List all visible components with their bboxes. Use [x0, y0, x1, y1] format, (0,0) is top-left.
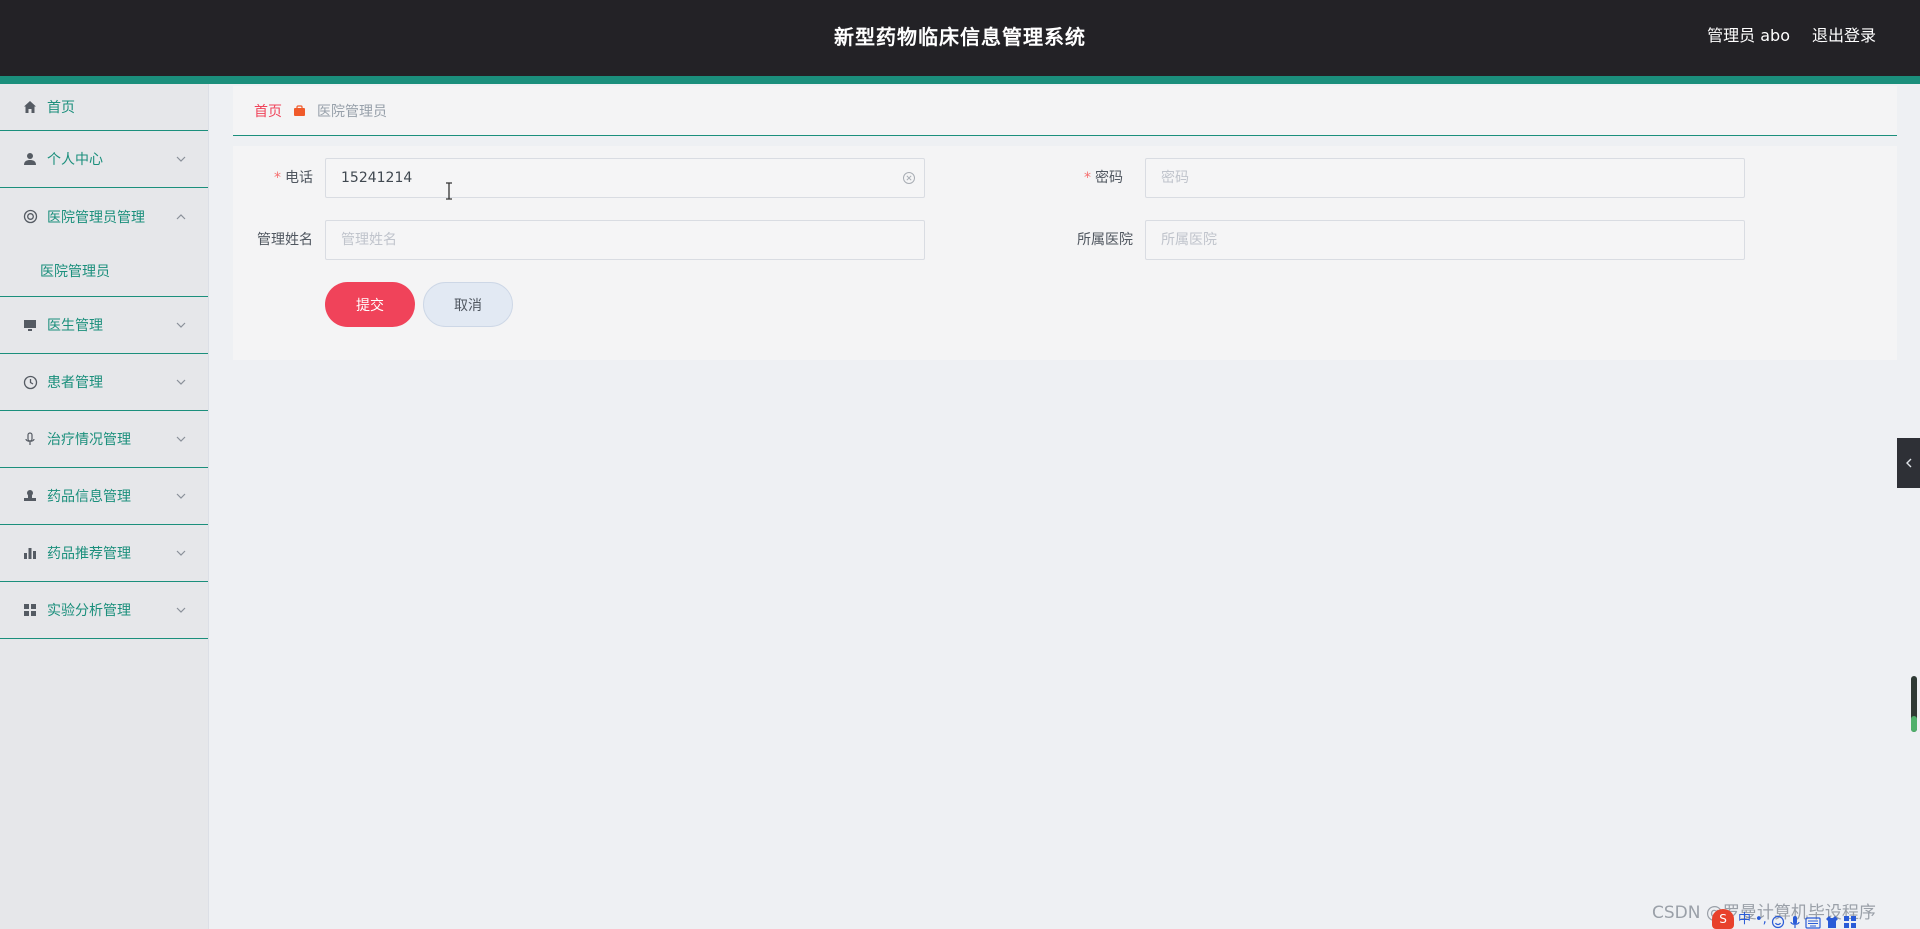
- sidebar-item-label: 治疗情况管理: [47, 432, 131, 448]
- sidebar-item-label: 医院管理员管理: [47, 209, 145, 226]
- sidebar-item-drug-recommend[interactable]: 药品推荐管理: [0, 525, 208, 582]
- current-user-label: 管理员 abo: [1707, 26, 1790, 45]
- admin-name-label: 管理姓名: [257, 232, 313, 248]
- smile-icon[interactable]: [1771, 915, 1785, 929]
- keyboard-icon[interactable]: [1805, 917, 1821, 929]
- sidebar-subitem-hospital-admin[interactable]: 医院管理员: [0, 245, 208, 297]
- chevron-down-icon: [176, 156, 186, 162]
- bar-chart-icon: [22, 545, 38, 561]
- user-icon: [22, 151, 38, 167]
- breadcrumb-home-link[interactable]: 首页: [254, 101, 282, 121]
- sidebar-subitem-label: 医院管理员: [40, 263, 110, 280]
- chevron-down-icon: [176, 607, 186, 613]
- sidebar-item-label: 个人中心: [47, 152, 103, 168]
- sidebar-item-doctor[interactable]: 医生管理: [0, 297, 208, 354]
- sidebar-item-label: 首页: [47, 100, 75, 116]
- sidebar-item-label: 患者管理: [47, 375, 103, 391]
- chevron-down-icon: [176, 436, 186, 442]
- stamp-icon: [22, 488, 38, 504]
- required-mark: *: [1084, 170, 1091, 186]
- breadcrumb: 首页 医院管理员: [233, 86, 1897, 136]
- grid-icon: [22, 602, 38, 618]
- sidebar-item-hospital-admin[interactable]: 医院管理员管理: [0, 188, 208, 245]
- system-tray: S 中 •,: [1712, 907, 1920, 929]
- sidebar-item-treatment[interactable]: 治疗情况管理: [0, 411, 208, 468]
- ime-mode-label[interactable]: 中: [1738, 911, 1751, 929]
- admin-name-input[interactable]: [325, 220, 925, 260]
- chevron-down-icon: [176, 322, 186, 328]
- hospital-input[interactable]: [1145, 220, 1745, 260]
- sidebar-item-drug-info[interactable]: 药品信息管理: [0, 468, 208, 525]
- grid-menu-icon[interactable]: [1843, 915, 1857, 929]
- chevron-down-icon: [176, 379, 186, 385]
- required-mark: *: [274, 170, 281, 186]
- chevron-down-icon: [176, 493, 186, 499]
- sidebar-item-label: 实验分析管理: [47, 603, 131, 619]
- microphone-icon[interactable]: [1789, 915, 1801, 929]
- header-accent-bar: [0, 76, 1920, 84]
- cancel-button[interactable]: 取消: [423, 282, 513, 327]
- chevron-up-icon: [176, 213, 186, 219]
- sidebar-menu: 首页 个人中心 医院管理员管理 医院管理员 医生管理 患者管理 治疗情况管理 药…: [0, 84, 209, 929]
- breadcrumb-current: 医院管理员: [317, 103, 387, 120]
- clock-icon: [22, 374, 38, 390]
- home-icon: [22, 99, 38, 115]
- phone-label: * 电话: [274, 170, 313, 186]
- breadcrumb-separator-icon: [293, 104, 306, 117]
- ime-logo-icon[interactable]: S: [1712, 909, 1734, 929]
- sidebar-item-personal[interactable]: 个人中心: [0, 131, 208, 188]
- ime-punct-label[interactable]: •,: [1755, 911, 1767, 929]
- microphone-icon: [22, 431, 38, 447]
- chevron-down-icon: [176, 550, 186, 556]
- admin-form: *电话 *密码 管理姓名 所属医院 提交 取消: [233, 146, 1897, 360]
- password-input[interactable]: [1145, 158, 1745, 198]
- sidebar-item-label: 药品推荐管理: [47, 546, 131, 562]
- sidebar-item-patient[interactable]: 患者管理: [0, 354, 208, 411]
- password-label: * 密码: [1084, 170, 1123, 186]
- collapse-panel-tab[interactable]: [1897, 438, 1920, 488]
- shirt-icon[interactable]: [1825, 915, 1839, 929]
- text-cursor-icon: [446, 182, 452, 200]
- monitor-icon: [22, 317, 38, 333]
- app-title: 新型药物临床信息管理系统: [834, 25, 1086, 49]
- scrollbar-thumb-accent: [1911, 716, 1917, 732]
- logout-link[interactable]: 退出登录: [1812, 0, 1876, 76]
- lifebuoy-icon: [22, 209, 38, 225]
- sidebar-item-label: 医生管理: [47, 318, 103, 334]
- clear-icon[interactable]: [902, 171, 916, 185]
- submit-button[interactable]: 提交: [325, 282, 415, 327]
- phone-input[interactable]: [325, 158, 925, 198]
- hospital-label: 所属医院: [1077, 232, 1133, 248]
- sidebar-item-experiment[interactable]: 实验分析管理: [0, 582, 208, 639]
- sidebar-item-label: 药品信息管理: [47, 489, 131, 505]
- sidebar-item-home[interactable]: 首页: [0, 84, 208, 131]
- chevron-left-icon: [1905, 458, 1911, 468]
